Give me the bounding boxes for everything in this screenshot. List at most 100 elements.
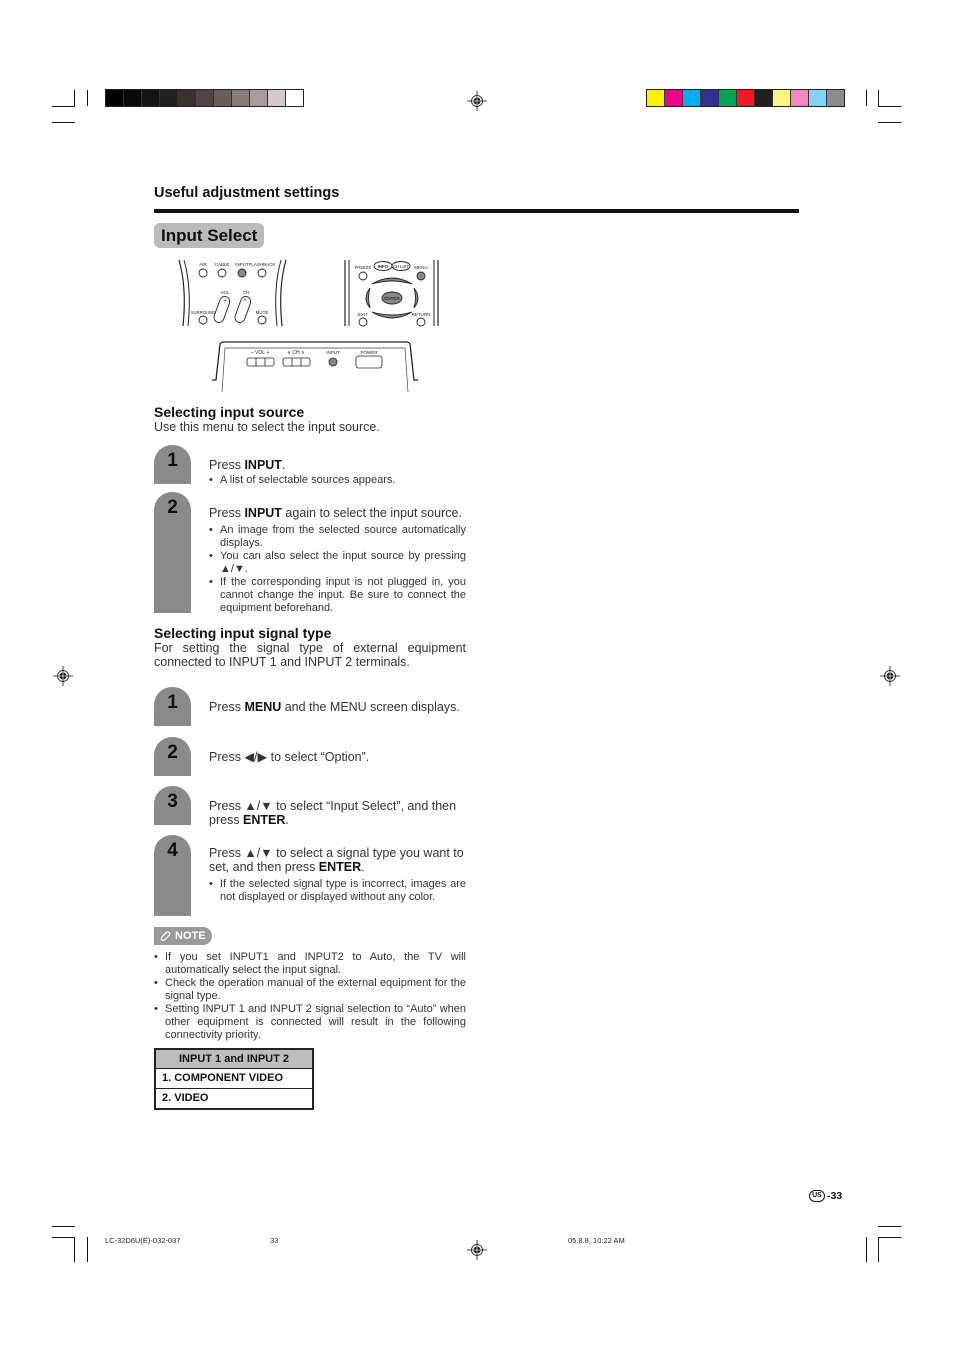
step-text: .: [361, 860, 365, 874]
note-item: Check the operation manual of the extern…: [154, 977, 466, 1003]
step-number: 1: [167, 692, 178, 713]
crop-mark: [878, 122, 901, 123]
bullet-item: If the selected signal type is incorrect…: [209, 878, 466, 904]
color-swatch: [683, 90, 701, 106]
step-bullets: If the selected signal type is incorrect…: [209, 878, 466, 904]
step-text: Press ◀/▶ to select “Option”.: [209, 750, 370, 764]
crop-mark: [878, 90, 879, 106]
svg-text:FREEZE: FREEZE: [355, 265, 372, 270]
color-swatch: [737, 90, 755, 106]
remote-label-input: INPUT: [235, 262, 249, 267]
remote-label-air: AIR: [199, 262, 207, 267]
registration-mark-icon: [880, 666, 900, 686]
step-signal-4: Press ▲/▼ to select a signal type you wa…: [209, 846, 466, 904]
remote-label-cable: CABLE: [215, 262, 230, 267]
note-item: If you set INPUT1 and INPUT2 to Auto, th…: [154, 951, 466, 977]
svg-text:EXIT: EXIT: [358, 312, 368, 317]
crop-mark: [52, 1226, 75, 1227]
button-name: ENTER: [318, 860, 362, 874]
bullet-item: If the corresponding input is not plugge…: [209, 576, 466, 615]
step-tab: 3: [154, 786, 191, 825]
color-swatch: [214, 90, 232, 106]
crop-mark: [52, 122, 75, 123]
color-swatch: [286, 90, 303, 106]
step-text: Press: [209, 700, 245, 714]
crop-mark: [866, 90, 867, 106]
step-signal-2: Press ◀/▶ to select “Option”.: [209, 750, 466, 764]
intro-selecting-input-source: Use this menu to select the input source…: [154, 420, 380, 434]
color-swatch: [827, 90, 844, 106]
color-swatch: [647, 90, 665, 106]
note-badge: NOTE: [154, 927, 212, 945]
crop-mark: [52, 1237, 75, 1238]
registration-mark-icon: [467, 91, 487, 111]
bullet-item: An image from the selected source automa…: [209, 524, 466, 550]
color-swatch: [196, 90, 214, 106]
note-item: Setting INPUT 1 and INPUT 2 signal selec…: [154, 1003, 466, 1042]
step-signal-1: Press MENU and the MENU screen displays.: [209, 700, 466, 714]
registration-mark-icon: [53, 666, 73, 686]
svg-text:∨ CH ∧: ∨ CH ∧: [287, 350, 305, 356]
svg-text:INFO: INFO: [378, 264, 389, 269]
step-source-2: Press INPUT again to select the input so…: [209, 506, 466, 615]
intro-selecting-input-signal: For setting the signal type of external …: [154, 641, 466, 669]
svg-text:VOL: VOL: [220, 290, 230, 295]
color-swatch: [809, 90, 827, 106]
note-bullets: If you set INPUT1 and INPUT2 to Auto, th…: [154, 951, 466, 1042]
step-number: 1: [167, 450, 178, 471]
color-swatch: [142, 90, 160, 106]
footer-timestamp: 05.8.8, 10:22 AM: [568, 1236, 625, 1245]
bullet-item: A list of selectable sources appears.: [209, 474, 466, 487]
svg-text:RETURN: RETURN: [412, 312, 431, 317]
grayscale-swatch-strip: [105, 89, 304, 107]
svg-text:CH: CH: [243, 290, 250, 295]
page-title: Input Select: [154, 223, 265, 248]
color-swatch: [719, 90, 737, 106]
button-name: ENTER: [243, 813, 286, 827]
svg-text:MUTE: MUTE: [256, 310, 269, 315]
crop-mark: [878, 1226, 901, 1227]
color-swatch: [755, 90, 773, 106]
color-swatch: [160, 90, 178, 106]
step-bullets: A list of selectable sources appears.: [209, 474, 466, 487]
button-name: INPUT: [244, 506, 282, 520]
svg-text:INPUT: INPUT: [326, 350, 340, 355]
crop-mark: [878, 1237, 901, 1238]
crop-mark: [878, 106, 901, 107]
color-swatch-strip: [646, 89, 845, 107]
priority-table-row: 2. VIDEO: [156, 1088, 312, 1108]
color-swatch: [232, 90, 250, 106]
step-tab: 2: [154, 737, 191, 776]
bullet-item: You can also select the input source by …: [209, 550, 466, 576]
remote-illustration-right: FREEZE INFO CH LIST MENU ENTER EXIT RETU…: [344, 260, 439, 327]
step-text: and the MENU screen displays.: [281, 700, 460, 714]
header-rule: [154, 209, 799, 213]
svg-text:^: ^: [244, 299, 247, 305]
section-label: Useful adjustment settings: [154, 185, 340, 201]
color-swatch: [268, 90, 286, 106]
step-tab: 4: [154, 835, 191, 916]
heading-selecting-input-signal: Selecting input signal type: [154, 625, 332, 641]
priority-table-row: 1. COMPONENT VIDEO: [162, 1072, 284, 1084]
step-text: Press: [209, 458, 245, 472]
footer-file: LC-32D6U(E)-032-037: [105, 1236, 181, 1245]
footer-page: 33: [270, 1236, 279, 1245]
svg-text:MENU: MENU: [414, 265, 427, 270]
step-number: 3: [167, 791, 178, 812]
svg-text:– VOL +: – VOL +: [251, 350, 269, 356]
crop-mark: [52, 106, 75, 107]
color-swatch: [665, 90, 683, 106]
remote-illustration-left: AIR CABLE INPUT FLASHBACK VOL CH + ^ SUR…: [178, 259, 287, 327]
priority-table: INPUT 1 and INPUT 2 1. COMPONENT VIDEO 2…: [154, 1048, 314, 1110]
svg-text:+: +: [223, 299, 227, 305]
step-text: again to select the input source.: [281, 506, 462, 520]
step-text: Press: [209, 506, 245, 520]
step-text: .: [285, 813, 289, 827]
step-text: .: [281, 458, 286, 472]
color-swatch: [773, 90, 791, 106]
step-tab: 2: [154, 492, 191, 613]
color-swatch: [106, 90, 124, 106]
color-swatch: [178, 90, 196, 106]
heading-selecting-input-source: Selecting input source: [154, 404, 305, 420]
priority-table-header: INPUT 1 and INPUT 2: [156, 1050, 312, 1069]
